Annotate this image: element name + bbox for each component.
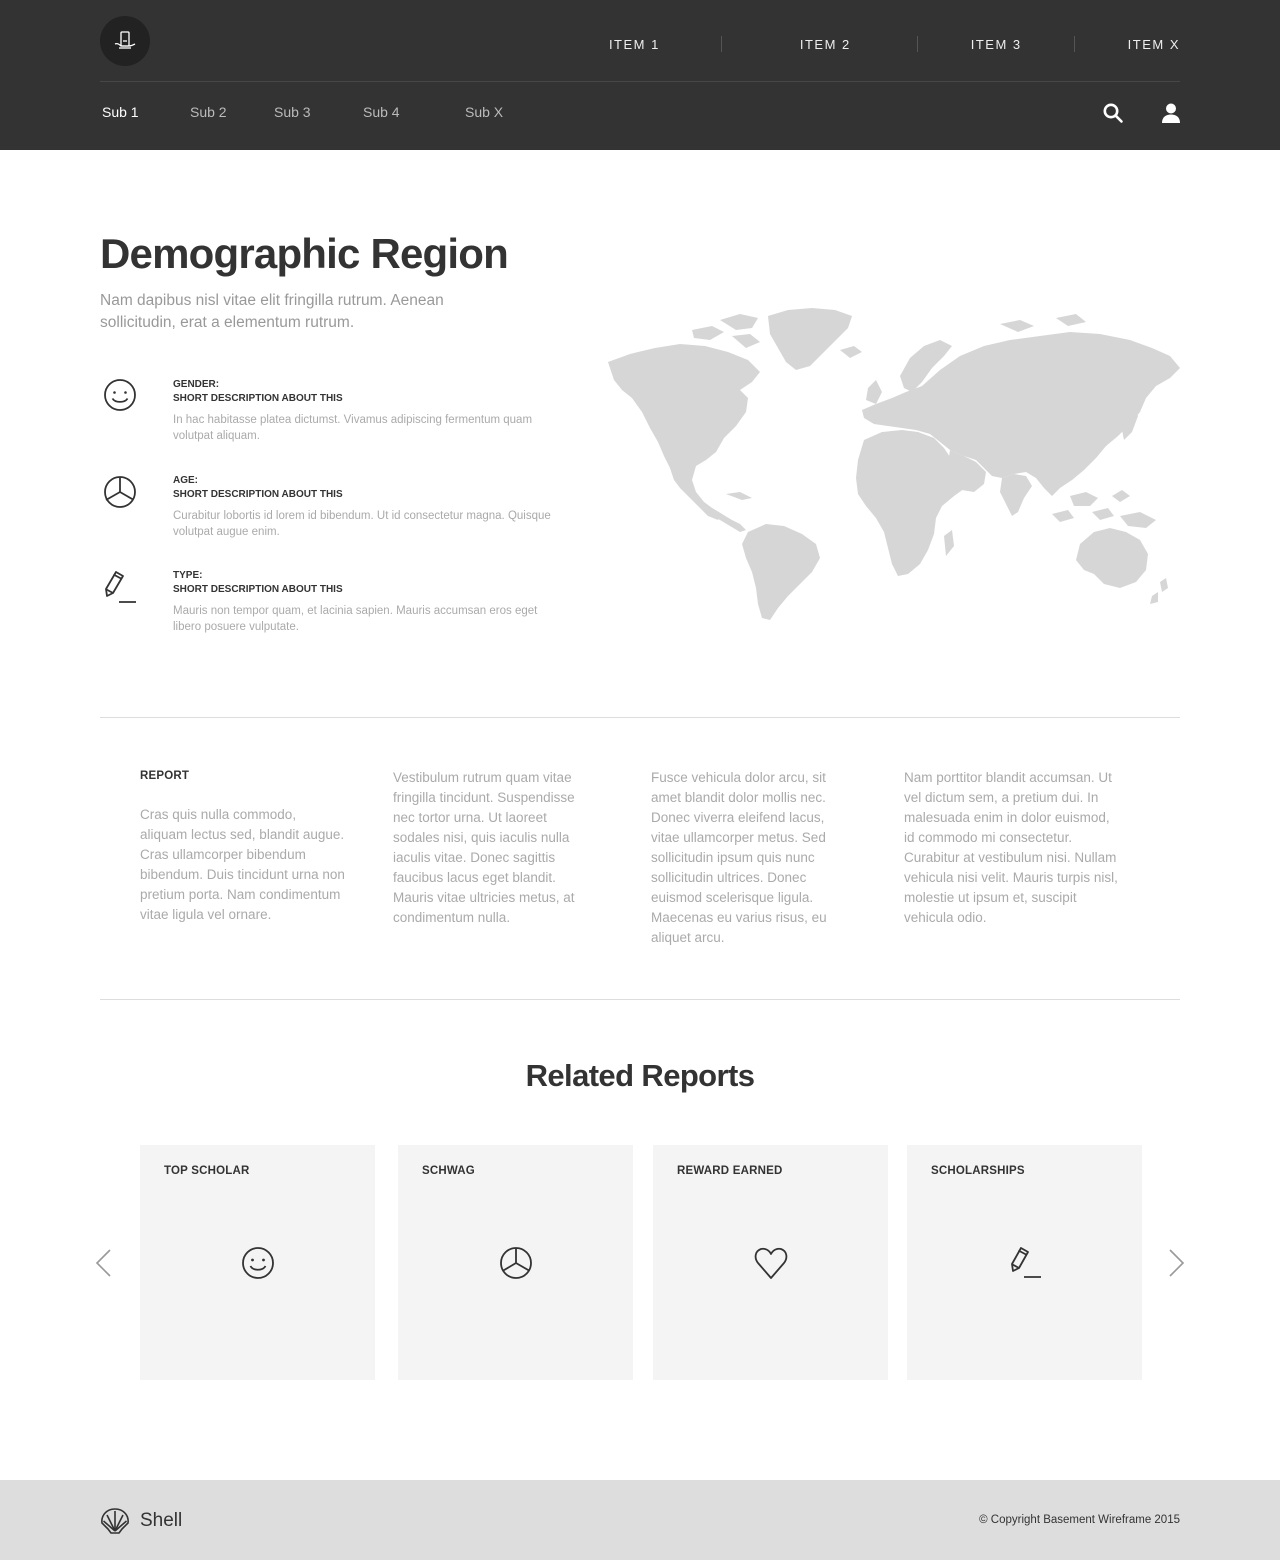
shell-logo-icon <box>101 1508 129 1534</box>
feature-description: Curabitur lobortis id lorem id bibendum.… <box>173 510 551 538</box>
report-paragraph: Nam porttitor blandit accumsan. Ut vel d… <box>904 770 1118 925</box>
feature-description: Mauris non tempor quam, et lacinia sapie… <box>173 605 538 633</box>
main-nav: ITEM 1 ITEM 2 ITEM 3 ITEM X <box>609 28 1180 60</box>
subnav-item-3[interactable]: Sub 3 <box>274 104 311 120</box>
feature-gender: GENDER: SHORT DESCRIPTION ABOUT THIS In … <box>100 378 560 458</box>
search-icon <box>1103 103 1123 123</box>
account-button[interactable] <box>1159 101 1183 125</box>
subnav-item-4[interactable]: Sub 4 <box>363 104 400 120</box>
feature-age: AGE: SHORT DESCRIPTION ABOUT THIS Curabi… <box>100 474 560 554</box>
related-reports-title: Related Reports <box>525 1058 755 1093</box>
related-card-schwag[interactable]: SCHWAG <box>398 1145 633 1380</box>
smiley-icon <box>241 1247 274 1279</box>
report-paragraph: Vestibulum rutrum quam vitae fringilla t… <box>393 770 575 925</box>
feature-description: In hac habitasse platea dictumst. Vivamu… <box>173 414 533 442</box>
card-title: SCHOLARSHIPS <box>931 1165 1025 1177</box>
feature-subtitle: SHORT DESCRIPTION ABOUT THIS <box>173 584 343 595</box>
nav-divider <box>720 36 722 52</box>
section-divider <box>100 999 1180 1000</box>
chevron-right-icon[interactable] <box>1166 1248 1186 1278</box>
related-card-top-scholar[interactable]: TOP SCHOLAR <box>140 1145 375 1380</box>
footer-brand-name: Shell <box>140 1510 183 1531</box>
report-paragraph: Fusce vehicula dolor arcu, sit amet blan… <box>651 770 827 945</box>
subnav-item-x[interactable]: Sub X <box>465 104 503 120</box>
pie-chart-icon <box>104 476 136 508</box>
subnav-item-1[interactable]: Sub 1 <box>102 104 139 120</box>
site-footer: Shell © Copyright Basement Wireframe 201… <box>0 1480 1280 1560</box>
pencil-icon <box>105 571 136 603</box>
page-title: Demographic Region <box>100 230 509 277</box>
related-card-reward-earned[interactable]: REWARD EARNED <box>653 1145 888 1380</box>
nav-item-2[interactable]: ITEM 2 <box>800 37 851 52</box>
copyright: © Copyright Basement Wireframe 2015 <box>979 1514 1180 1526</box>
nav-divider <box>1073 36 1075 52</box>
search-button[interactable] <box>1101 101 1125 125</box>
footer-brand[interactable]: Shell <box>100 1506 182 1536</box>
user-icon <box>1162 103 1180 123</box>
section-divider <box>100 717 1180 718</box>
nav-item-1[interactable]: ITEM 1 <box>609 37 660 52</box>
page-intro: Nam dapibus nisl vitae elit fringilla ru… <box>100 292 444 331</box>
nav-item-x[interactable]: ITEM X <box>1128 37 1180 52</box>
report-heading: REPORT <box>140 770 190 782</box>
subnav-item-2[interactable]: Sub 2 <box>190 104 227 120</box>
world-map <box>608 308 1180 620</box>
nav-divider <box>916 36 918 52</box>
heart-icon <box>754 1247 787 1279</box>
feature-title: TYPE: <box>173 570 203 581</box>
logo[interactable] <box>100 16 150 66</box>
report-paragraph: Cras quis nulla commodo, aliquam lectus … <box>140 807 345 922</box>
smiley-icon <box>104 379 136 411</box>
card-title: REWARD EARNED <box>677 1165 783 1177</box>
pencil-icon <box>1010 1247 1041 1278</box>
feature-type: TYPE: SHORT DESCRIPTION ABOUT THIS Mauri… <box>100 569 560 649</box>
header-divider <box>100 81 1180 82</box>
site-header: ITEM 1 ITEM 2 ITEM 3 ITEM X Sub 1 Sub 2 … <box>0 0 1280 150</box>
feature-title: AGE: <box>173 475 198 486</box>
card-title: SCHWAG <box>422 1165 475 1177</box>
feature-subtitle: SHORT DESCRIPTION ABOUT THIS <box>173 489 343 500</box>
feature-subtitle: SHORT DESCRIPTION ABOUT THIS <box>173 393 343 404</box>
feature-title: GENDER: <box>173 379 220 390</box>
related-card-scholarships[interactable]: SCHOLARSHIPS <box>907 1145 1142 1380</box>
phone-hand-icon <box>114 31 136 49</box>
pie-chart-icon <box>499 1247 532 1279</box>
card-title: TOP SCHOLAR <box>164 1165 250 1177</box>
nav-item-3[interactable]: ITEM 3 <box>971 37 1022 52</box>
chevron-left-icon[interactable] <box>94 1248 114 1278</box>
